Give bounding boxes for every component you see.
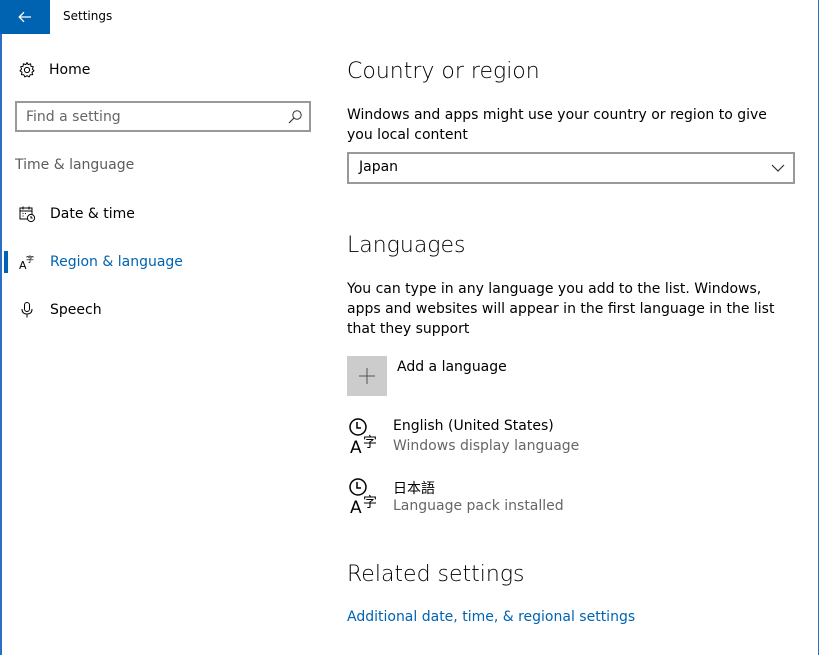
gear-icon [15,58,39,82]
sidebar-item-label: Date & time [50,206,135,222]
country-heading: Country or region [347,59,540,84]
related-settings-heading: Related settings [347,562,525,587]
language-item-japanese[interactable]: A 字 日本語 Language pack installed [347,478,787,522]
language-name: 日本語 [393,481,435,497]
svg-text:字: 字 [363,495,377,511]
back-arrow-icon [18,11,31,23]
nav-group-label: Time & language [15,157,135,173]
country-select-value: Japan [359,159,399,175]
language-status: Windows display language [393,438,580,454]
languages-description: You can type in any language you add to … [347,281,775,337]
country-select[interactable]: Japan [347,152,795,184]
language-clock-icon: A 字 [349,418,377,457]
plus-icon [359,368,375,384]
add-language-label: Add a language [397,359,507,375]
svg-text:A: A [350,498,362,517]
additional-regional-settings-link[interactable]: Additional date, time, & regional settin… [347,609,635,625]
svg-text:A: A [350,438,362,457]
svg-text:字: 字 [26,254,34,264]
search-icon[interactable] [287,109,303,125]
search-input[interactable] [26,107,276,127]
add-language-tile[interactable] [347,356,387,396]
nav-home-label: Home [49,62,91,78]
language-item-english[interactable]: A 字 English (United States) Windows disp… [347,418,787,462]
language-status: Language pack installed [393,498,564,514]
chevron-down-icon [771,164,785,172]
language-name: English (United States) [393,418,554,434]
languages-heading: Languages [347,233,466,258]
window-title: Settings [63,9,113,23]
region-language-icon: A 字 [17,252,37,272]
nav-home[interactable]: Home [15,58,90,82]
language-clock-icon: A 字 [349,478,377,517]
title-bar: Settings [0,0,819,34]
calendar-clock-icon [17,204,37,224]
country-description: Windows and apps might use your country … [347,107,767,143]
add-language-button[interactable]: Add a language [347,356,507,396]
sidebar-item-region-language[interactable]: A 字 Region & language [0,242,330,282]
sidebar-item-speech[interactable]: Speech [0,290,330,330]
sidebar-item-date-time[interactable]: Date & time [0,194,330,234]
sidebar-item-label: Region & language [50,254,183,270]
search-field[interactable] [15,101,311,132]
sidebar-item-label: Speech [50,302,102,318]
window-border-left [0,34,2,655]
microphone-icon [17,300,37,320]
svg-text:字: 字 [363,435,377,451]
active-indicator [4,251,8,273]
back-button[interactable] [0,0,50,34]
